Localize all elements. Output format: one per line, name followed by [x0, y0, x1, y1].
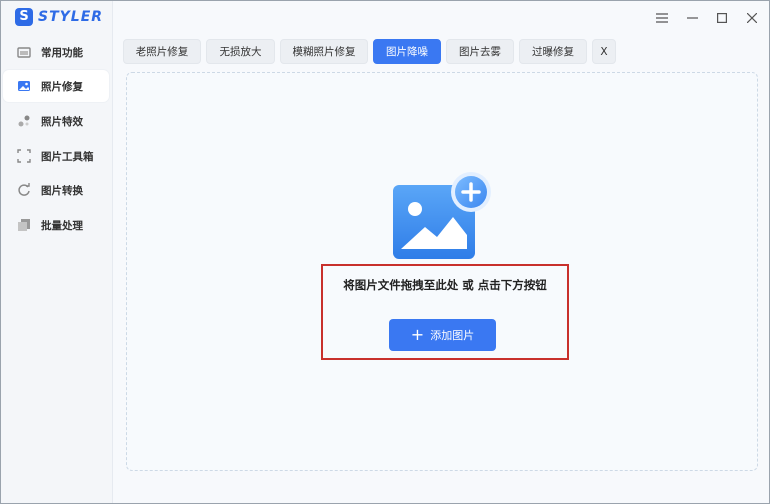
- sidebar-item-batch[interactable]: 批量处理: [3, 209, 109, 241]
- add-image-icon: [391, 171, 491, 261]
- sidebar-item-label: 照片特效: [41, 115, 83, 128]
- plus-icon: +: [410, 325, 425, 344]
- maximize-icon[interactable]: [711, 7, 733, 29]
- sidebar-item-photo-repair[interactable]: 照片修复: [3, 70, 109, 102]
- effects-icon: [17, 114, 31, 128]
- sidebar-item-toolbox[interactable]: 图片工具箱: [3, 140, 109, 172]
- tab-dehaze[interactable]: 图片去雾: [446, 39, 514, 64]
- sidebar-item-label: 常用功能: [41, 46, 83, 59]
- logo-mark: S: [15, 8, 33, 26]
- sidebar-item-effects[interactable]: 照片特效: [3, 105, 109, 137]
- tab-lossless-upscale[interactable]: 无损放大: [206, 39, 275, 64]
- sidebar-item-label: 图片转换: [41, 184, 83, 197]
- tab-blur-repair[interactable]: 模糊照片修复: [280, 39, 368, 64]
- tab-close-button[interactable]: X: [592, 39, 616, 64]
- photo-repair-icon: [17, 79, 31, 93]
- drop-instruction-text: 将图片文件拖拽至此处 或 点击下方按钮: [343, 278, 547, 292]
- close-icon[interactable]: [741, 7, 763, 29]
- menu-icon[interactable]: [651, 7, 673, 29]
- sidebar-item-label: 照片修复: [41, 80, 83, 93]
- tab-old-photo-repair[interactable]: 老照片修复: [123, 39, 201, 64]
- convert-icon: [17, 183, 31, 197]
- tab-denoise[interactable]: 图片降噪: [373, 39, 441, 64]
- tab-overexposure-repair[interactable]: 过曝修复: [519, 39, 587, 64]
- batch-icon: [17, 218, 31, 232]
- app-name: STYLER: [38, 9, 104, 25]
- app-logo: S STYLER: [15, 7, 103, 27]
- sidebar-item-label: 图片工具箱: [41, 150, 94, 163]
- toolbox-icon: [17, 149, 31, 163]
- add-image-button-label: 添加图片: [430, 329, 475, 342]
- sidebar-item-convert[interactable]: 图片转换: [3, 174, 109, 206]
- app-window: S STYLER 常用功能 照片修复 照片特效 图片工具箱 图片转换 批量处理 …: [0, 0, 770, 504]
- sidebar: S STYLER 常用功能 照片修复 照片特效 图片工具箱 图片转换 批量处理: [1, 1, 113, 503]
- minimize-icon[interactable]: [681, 7, 703, 29]
- sidebar-item-label: 批量处理: [41, 219, 83, 232]
- common-icon: [17, 45, 31, 59]
- sidebar-item-common[interactable]: 常用功能: [3, 36, 109, 68]
- add-image-button[interactable]: + 添加图片: [389, 319, 496, 351]
